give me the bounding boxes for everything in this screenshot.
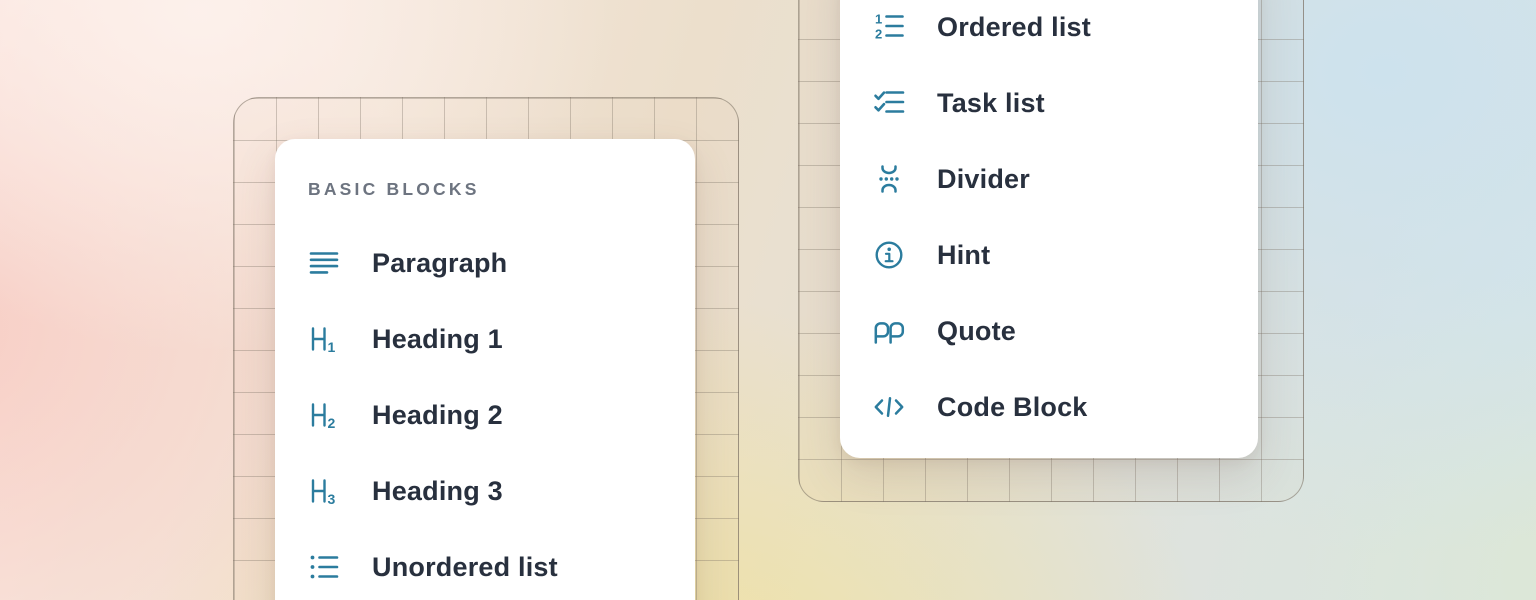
menu-item-heading-3[interactable]: 3 Heading 3 <box>275 453 695 529</box>
menu-item-label: Quote <box>937 316 1016 347</box>
code-block-icon <box>873 391 905 423</box>
menu-item-label: Heading 2 <box>372 400 503 431</box>
menu-item-divider[interactable]: Divider <box>840 141 1258 217</box>
svg-text:2: 2 <box>328 415 336 431</box>
menu-item-label: Ordered list <box>937 12 1091 43</box>
menu-item-heading-2[interactable]: 2 Heading 2 <box>275 377 695 453</box>
menu-item-label: Hint <box>937 240 990 271</box>
basic-blocks-items: Paragraph 1 Heading 1 2 Heading 2 3 Heading 3 U… <box>275 225 695 600</box>
svg-text:2: 2 <box>875 27 882 42</box>
advanced-blocks-menu: 12 Ordered list Task list Divider Hint Quote C… <box>840 0 1258 458</box>
menu-item-unordered-list[interactable]: Unordered list <box>275 529 695 600</box>
menu-item-quote[interactable]: Quote <box>840 293 1258 369</box>
menu-item-label: Heading 1 <box>372 324 503 355</box>
menu-item-label: Heading 3 <box>372 476 503 507</box>
paragraph-icon <box>308 247 340 279</box>
menu-item-label: Paragraph <box>372 248 507 279</box>
menu-item-label: Divider <box>937 164 1030 195</box>
svg-text:1: 1 <box>875 12 882 27</box>
menu-item-label: Code Block <box>937 392 1088 423</box>
basic-blocks-menu: BASIC BLOCKS Paragraph 1 Heading 1 2 Heading… <box>275 139 695 600</box>
editor-insert-block-hero: BASIC BLOCKS Paragraph 1 Heading 1 2 Heading… <box>0 0 1536 600</box>
menu-item-label: Task list <box>937 88 1045 119</box>
ordered-list-icon: 12 <box>873 11 905 43</box>
svg-text:3: 3 <box>328 491 336 507</box>
heading-2-icon: 2 <box>308 399 340 431</box>
menu-item-paragraph[interactable]: Paragraph <box>275 225 695 301</box>
menu-item-ordered-list[interactable]: 12 Ordered list <box>840 0 1258 65</box>
unordered-list-icon <box>308 551 340 583</box>
menu-item-label: Unordered list <box>372 552 558 583</box>
menu-item-hint[interactable]: Hint <box>840 217 1258 293</box>
quote-icon <box>873 315 905 347</box>
hint-icon <box>873 239 905 271</box>
heading-1-icon: 1 <box>308 323 340 355</box>
advanced-blocks-items: 12 Ordered list Task list Divider Hint Quote C… <box>840 0 1258 445</box>
menu-item-code-block[interactable]: Code Block <box>840 369 1258 445</box>
basic-blocks-header: BASIC BLOCKS <box>308 179 695 199</box>
divider-icon <box>873 163 905 195</box>
menu-item-task-list[interactable]: Task list <box>840 65 1258 141</box>
heading-3-icon: 3 <box>308 475 340 507</box>
svg-text:1: 1 <box>328 339 336 355</box>
menu-item-heading-1[interactable]: 1 Heading 1 <box>275 301 695 377</box>
task-list-icon <box>873 87 905 119</box>
